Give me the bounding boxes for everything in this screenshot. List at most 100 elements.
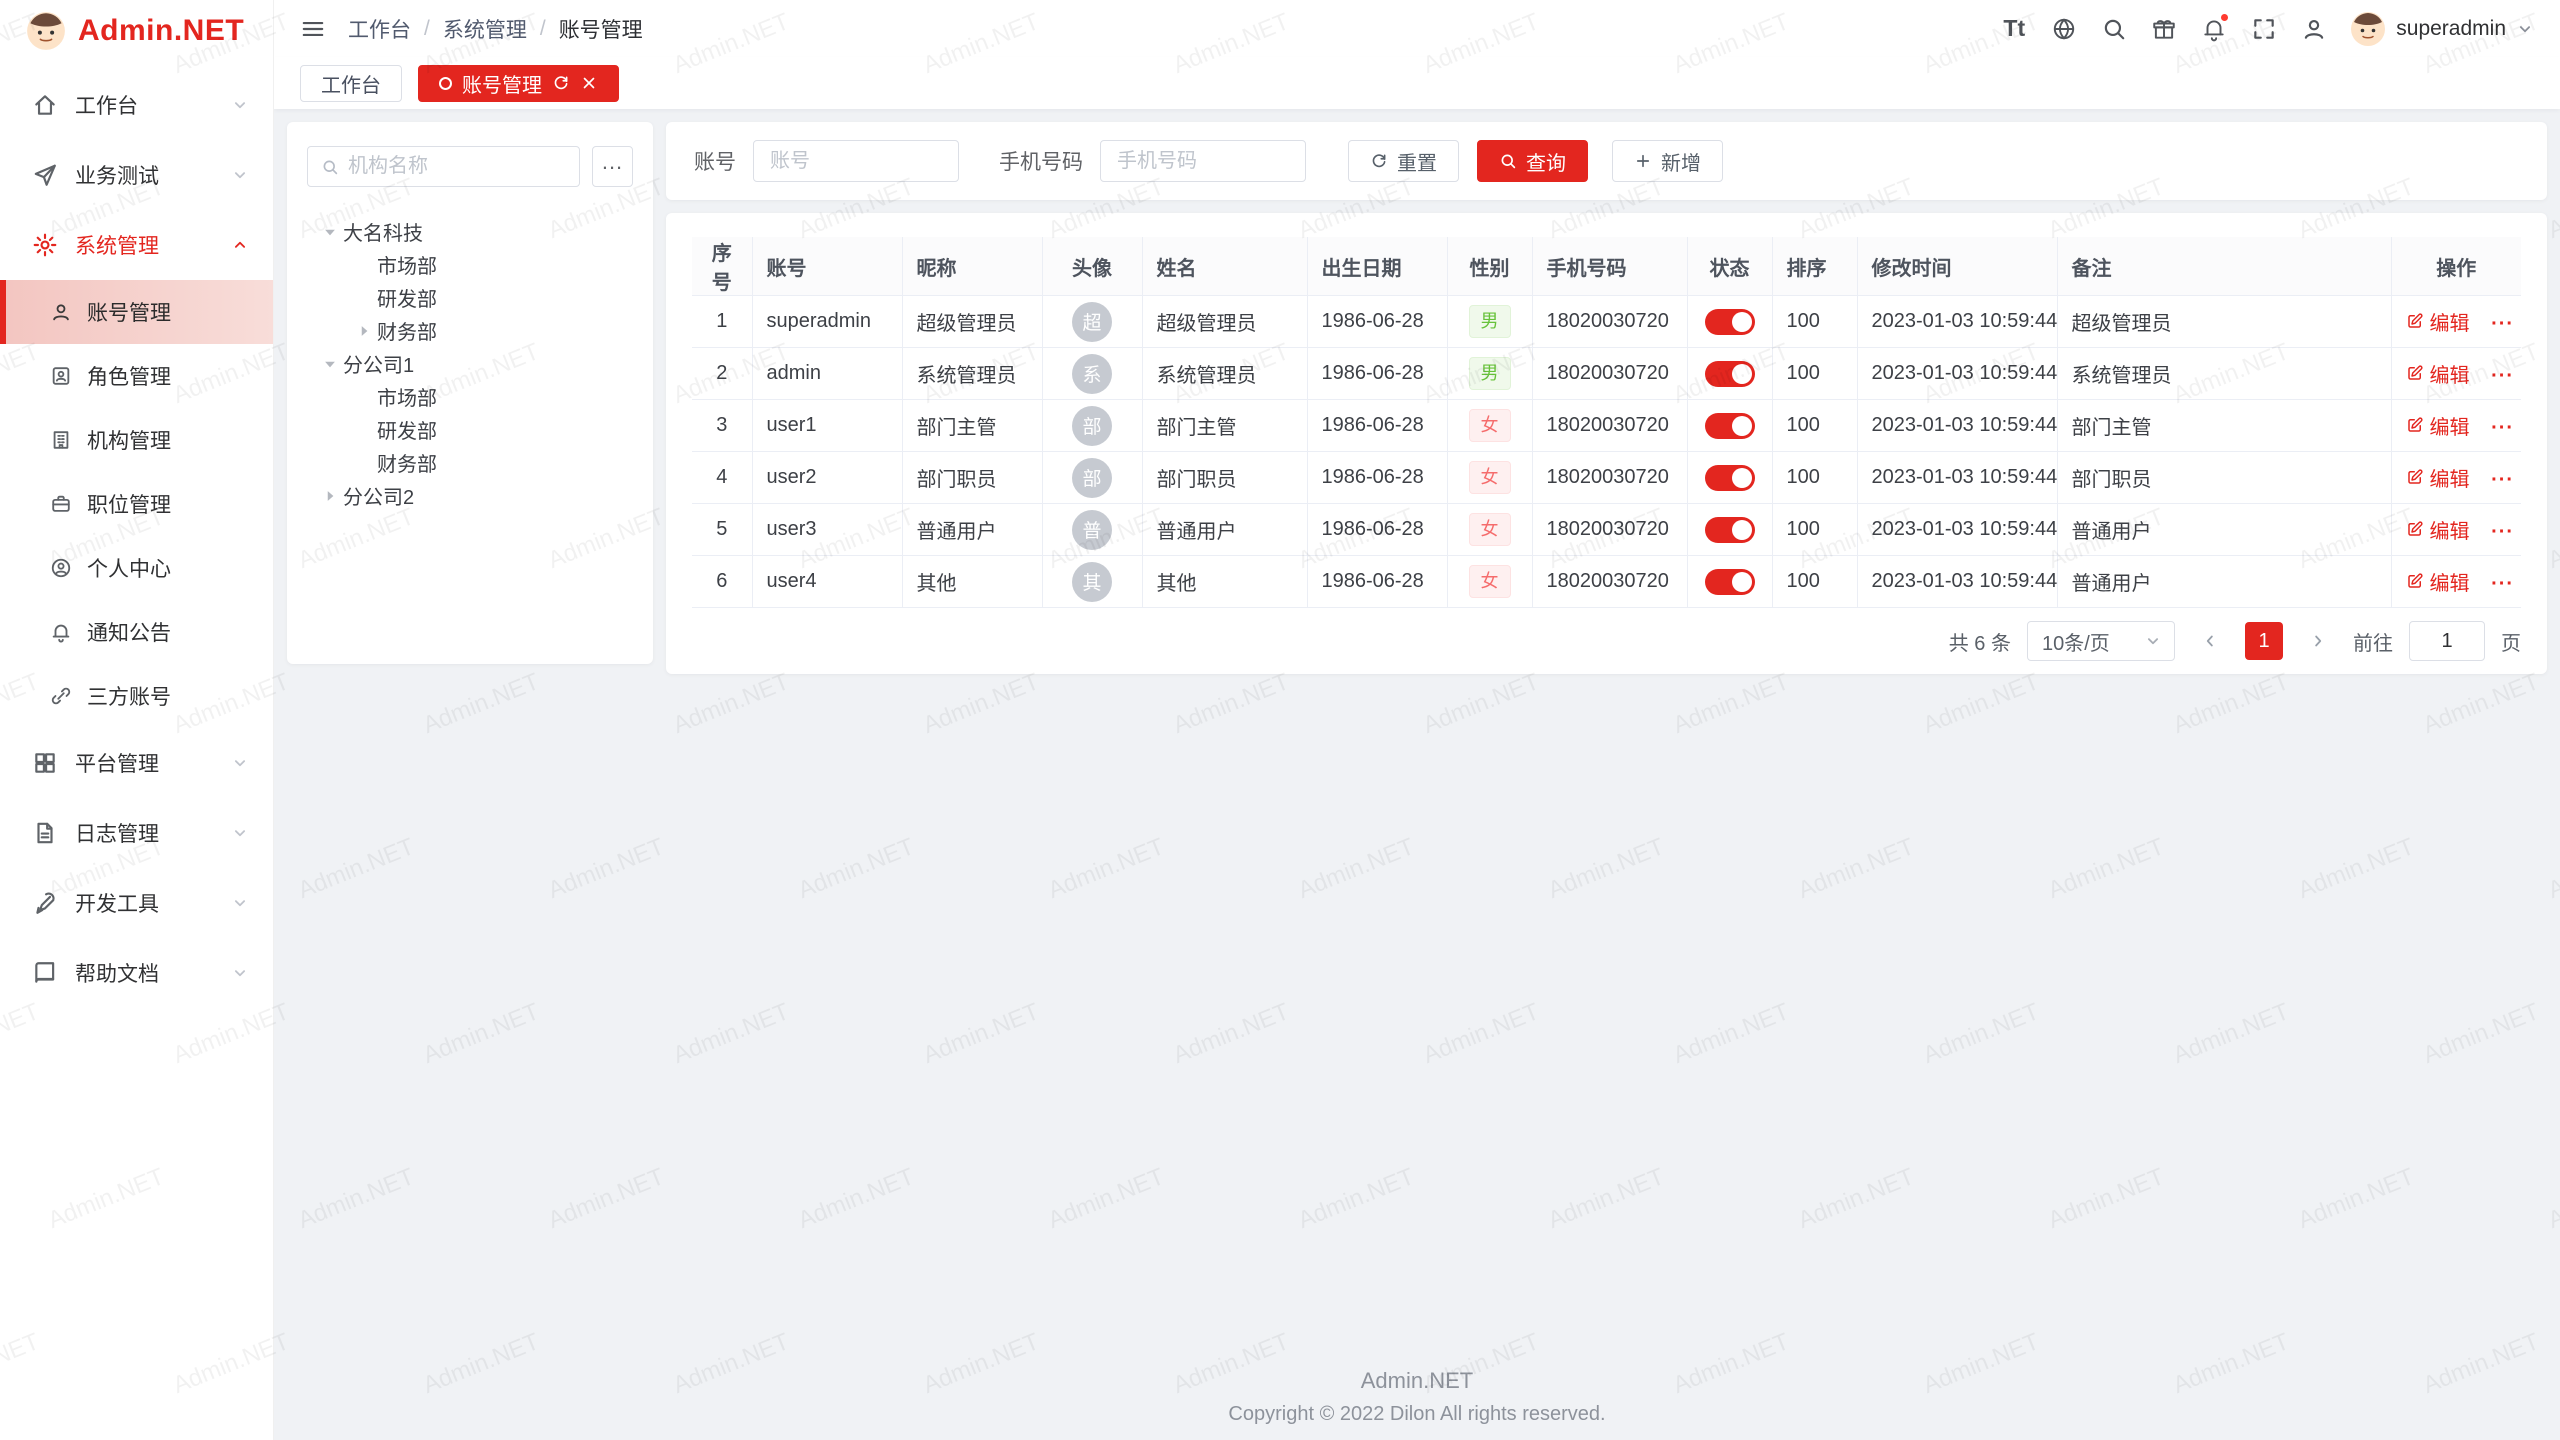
sidebar-item-org-management[interactable]: 机构管理: [0, 408, 273, 472]
tree-node[interactable]: 研发部: [307, 413, 633, 446]
table-row[interactable]: 4 user2 部门职员 部 部门职员 1986-06-28 女 1802003…: [692, 452, 2521, 504]
cell-seq: 2: [692, 348, 752, 400]
page-size-value: 10条/页: [2042, 627, 2110, 656]
chevron-down-icon: [231, 96, 249, 114]
language-button[interactable]: [2042, 7, 2086, 51]
tab-workbench[interactable]: 工作台: [300, 65, 402, 102]
tree-node[interactable]: 财务部: [307, 314, 633, 347]
row-more-button[interactable]: ···: [2491, 521, 2514, 543]
goto-page-input[interactable]: [2409, 621, 2485, 661]
theme-button[interactable]: [2142, 7, 2186, 51]
global-search-button[interactable]: [2092, 7, 2136, 51]
sidebar-item-workbench[interactable]: 工作台: [0, 70, 273, 140]
notifications-button[interactable]: [2192, 7, 2236, 51]
page-button-1[interactable]: 1: [2245, 622, 2283, 660]
cell-nickname: 部门职员: [902, 452, 1042, 504]
sidebar-item-log-management[interactable]: 日志管理: [0, 798, 273, 868]
edit-button[interactable]: 编辑: [2406, 567, 2470, 596]
font-size-button[interactable]: Tt: [1992, 7, 2036, 51]
cell-birth: 1986-06-28: [1307, 296, 1447, 348]
row-more-button[interactable]: ···: [2491, 469, 2514, 491]
status-toggle[interactable]: [1705, 569, 1755, 595]
total-count: 共 6 条: [1949, 627, 2011, 656]
cell-order: 100: [1772, 556, 1857, 608]
tree-node[interactable]: 分公司1: [307, 347, 633, 380]
table-row[interactable]: 1 superadmin 超级管理员 超 超级管理员 1986-06-28 男 …: [692, 296, 2521, 348]
tree-node-label: 研发部: [377, 415, 437, 444]
caret-right-icon[interactable]: [351, 322, 377, 340]
phone-field-group: 手机号码: [999, 140, 1306, 182]
user-menu[interactable]: superadmin: [2350, 11, 2534, 47]
tree-node[interactable]: 研发部: [307, 281, 633, 314]
edit-button[interactable]: 编辑: [2406, 359, 2470, 388]
app-logo[interactable]: Admin.NET: [0, 0, 273, 62]
status-toggle[interactable]: [1705, 309, 1755, 335]
row-more-button[interactable]: ···: [2491, 365, 2514, 387]
edit-label: 编辑: [2430, 515, 2470, 544]
table-row[interactable]: 6 user4 其他 其 其他 1986-06-28 女 18020030720…: [692, 556, 2521, 608]
edit-button[interactable]: 编辑: [2406, 515, 2470, 544]
status-toggle[interactable]: [1705, 517, 1755, 543]
cell-modified: 2023-01-03 10:59:44: [1857, 504, 2057, 556]
fullscreen-button[interactable]: [2242, 7, 2286, 51]
sidebar-item-platform-management[interactable]: 平台管理: [0, 728, 273, 798]
caret-down-icon[interactable]: [317, 355, 343, 373]
page-size-select[interactable]: 10条/页: [2027, 621, 2175, 661]
cell-nickname: 超级管理员: [902, 296, 1042, 348]
chevron-down-icon: [231, 824, 249, 842]
sidebar-item-personal-center[interactable]: 个人中心: [0, 536, 273, 600]
sidebar-item-role-management[interactable]: 角色管理: [0, 344, 273, 408]
sidebar-item-position-management[interactable]: 职位管理: [0, 472, 273, 536]
sidebar-item-notice[interactable]: 通知公告: [0, 600, 273, 664]
breadcrumb-item[interactable]: 工作台: [348, 14, 411, 44]
phone-input[interactable]: [1100, 140, 1306, 182]
close-icon[interactable]: [580, 74, 598, 92]
sidebar-item-system-management[interactable]: 系统管理: [0, 210, 273, 280]
reset-button[interactable]: 重置: [1348, 140, 1459, 182]
cell-account: user3: [752, 504, 902, 556]
next-page-button[interactable]: [2299, 622, 2337, 660]
status-toggle[interactable]: [1705, 465, 1755, 491]
cell-name: 超级管理员: [1142, 296, 1307, 348]
search-button[interactable]: 查询: [1477, 140, 1588, 182]
prev-page-button[interactable]: [2191, 622, 2229, 660]
tab-label: 工作台: [321, 69, 381, 98]
sidebar-item-help-docs[interactable]: 帮助文档: [0, 938, 273, 1008]
caret-down-icon[interactable]: [317, 223, 343, 241]
menu-label: 帮助文档: [75, 958, 159, 988]
status-toggle[interactable]: [1705, 413, 1755, 439]
caret-right-icon[interactable]: [317, 487, 343, 505]
tab-account-management[interactable]: 账号管理: [418, 65, 619, 102]
tree-node[interactable]: 分公司2: [307, 479, 633, 512]
sidebar-item-dev-tools[interactable]: 开发工具: [0, 868, 273, 938]
org-search-input[interactable]: [348, 155, 566, 178]
table-row[interactable]: 2 admin 系统管理员 系 系统管理员 1986-06-28 男 18020…: [692, 348, 2521, 400]
row-more-button[interactable]: ···: [2491, 573, 2514, 595]
tree-node[interactable]: 市场部: [307, 248, 633, 281]
table-row[interactable]: 3 user1 部门主管 部 部门主管 1986-06-28 女 1802003…: [692, 400, 2521, 452]
profile-button[interactable]: [2292, 7, 2336, 51]
tree-node[interactable]: 市场部: [307, 380, 633, 413]
edit-button[interactable]: 编辑: [2406, 411, 2470, 440]
menu-label: 三方账号: [87, 681, 171, 711]
sidebar-item-business-test[interactable]: 业务测试: [0, 140, 273, 210]
edit-button[interactable]: 编辑: [2406, 463, 2470, 492]
row-more-button[interactable]: ···: [2491, 313, 2514, 335]
add-button[interactable]: 新增: [1612, 140, 1723, 182]
col-nickname: 昵称: [902, 237, 1042, 296]
refresh-icon[interactable]: [552, 74, 570, 92]
row-more-button[interactable]: ···: [2491, 417, 2514, 439]
tree-more-button[interactable]: ...: [592, 146, 633, 187]
tree-node[interactable]: 大名科技: [307, 215, 633, 248]
status-toggle[interactable]: [1705, 361, 1755, 387]
edit-button[interactable]: 编辑: [2406, 307, 2470, 336]
org-search-box[interactable]: [307, 146, 580, 187]
hamburger-menu-icon[interactable]: [300, 16, 326, 42]
sidebar-item-account-management[interactable]: 账号管理: [0, 280, 273, 344]
tree-node[interactable]: 财务部: [307, 446, 633, 479]
search-icon: [2101, 16, 2127, 42]
sidebar-item-third-party-account[interactable]: 三方账号: [0, 664, 273, 728]
breadcrumb-item[interactable]: 系统管理: [443, 14, 527, 44]
table-row[interactable]: 5 user3 普通用户 普 普通用户 1986-06-28 女 1802003…: [692, 504, 2521, 556]
account-input[interactable]: [753, 140, 959, 182]
